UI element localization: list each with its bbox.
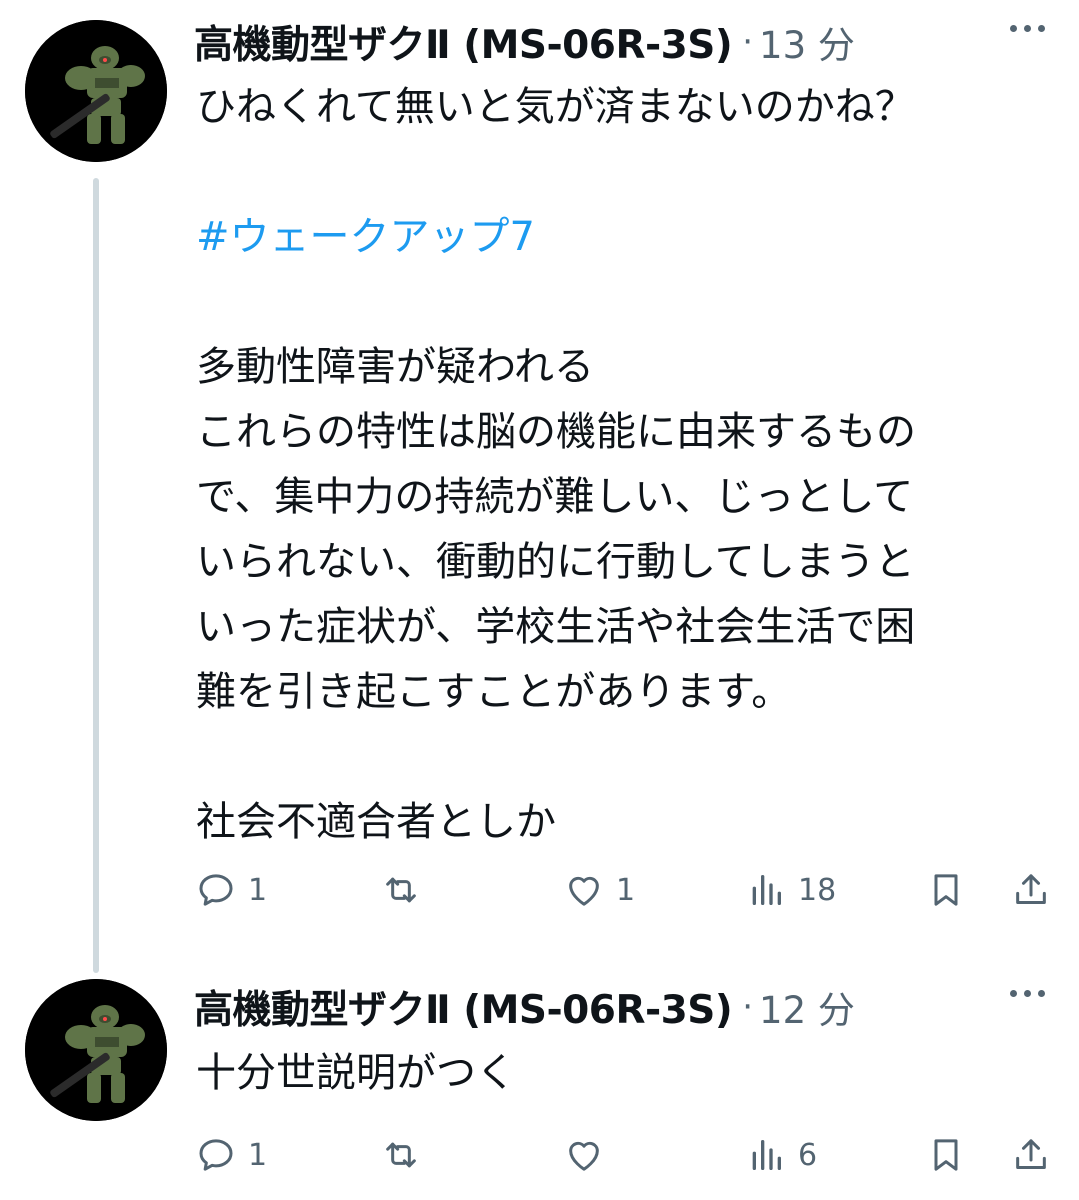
reply-button[interactable]: 1 bbox=[196, 1125, 267, 1185]
share-button[interactable] bbox=[1011, 860, 1051, 920]
more-dots-icon[interactable] bbox=[997, 8, 1057, 48]
retweet-button[interactable] bbox=[381, 860, 433, 920]
views-count: 6 bbox=[798, 1137, 818, 1173]
retweet-arrows-icon bbox=[386, 877, 416, 903]
display-name[interactable]: 高機動型ザクⅡ (MS-06R-3S) bbox=[194, 979, 733, 1035]
tweet-text: 十分世説明がつく bbox=[196, 1049, 1046, 1097]
separator-dot: · bbox=[742, 987, 754, 1027]
hashtag-link[interactable]: #ウェークアップ7 bbox=[196, 205, 1046, 270]
avatar[interactable] bbox=[25, 20, 167, 162]
bookmark-button[interactable] bbox=[926, 1125, 966, 1185]
like-button[interactable]: 1 bbox=[564, 860, 635, 920]
blank-line: ​ bbox=[196, 725, 1046, 790]
views-button[interactable]: 18 bbox=[746, 860, 836, 920]
text-line: いられない、衝動的に行動してしまうと bbox=[196, 539, 915, 585]
bar-chart-views-icon bbox=[752, 875, 781, 905]
blank-line: ​ bbox=[196, 270, 1046, 335]
heart-icon bbox=[569, 876, 599, 906]
share-upload-icon bbox=[1016, 874, 1046, 904]
retweet-arrows-icon bbox=[386, 1142, 416, 1168]
mech-avatar-image bbox=[25, 20, 167, 162]
separator-dot: · bbox=[742, 22, 754, 62]
timestamp[interactable]: 13 分 bbox=[759, 15, 855, 69]
tweet-header: 高機動型ザクⅡ (MS-06R-3S) · 13 分 bbox=[194, 12, 1054, 72]
heart-icon bbox=[569, 1141, 599, 1171]
tweet-header: 高機動型ザクⅡ (MS-06R-3S) · 12 分 bbox=[194, 977, 1054, 1037]
text-line: ひねくれて無いと気が済まないのかね？ bbox=[196, 84, 915, 130]
tweet-1[interactable]: 高機動型ザクⅡ (MS-06R-3S) · 13 分 ひねくれて無いと気が済まな… bbox=[0, 0, 1079, 973]
more-dots-icon[interactable] bbox=[997, 973, 1057, 1013]
reply-bubble-icon bbox=[199, 874, 233, 906]
text-line: で、集中力の持続が難しい、じっとして bbox=[196, 474, 914, 520]
blank-line: ​ bbox=[196, 140, 1046, 205]
tweet-text: ひねくれて無いと気が済まないのかね？​#ウェークアップ7​多動性障害が疑われるこ… bbox=[196, 75, 1046, 855]
action-bar: 1 6 bbox=[196, 1125, 1066, 1185]
views-button[interactable]: 6 bbox=[746, 1125, 817, 1185]
bookmark-icon bbox=[934, 874, 958, 906]
like-button[interactable] bbox=[564, 1125, 616, 1185]
reply-bubble-icon bbox=[199, 1139, 233, 1171]
text-line: いった症状が、学校生活や社会生活で困 bbox=[196, 604, 916, 650]
text-line: これらの特性は脳の機能に由来するもの bbox=[196, 409, 916, 455]
reply-count: 1 bbox=[248, 1137, 268, 1173]
text-line: 難を引き起こすことがあります。 bbox=[196, 669, 792, 715]
reply-count: 1 bbox=[248, 872, 268, 908]
text-line: 十分世説明がつく bbox=[196, 1050, 516, 1096]
views-count: 18 bbox=[798, 872, 837, 908]
share-upload-icon bbox=[1016, 1139, 1046, 1169]
retweet-button[interactable] bbox=[381, 1125, 433, 1185]
action-bar: 1 1 18 bbox=[196, 860, 1066, 920]
thread-line bbox=[93, 178, 99, 973]
timestamp[interactable]: 12 分 bbox=[759, 980, 855, 1034]
bookmark-button[interactable] bbox=[926, 860, 966, 920]
bar-chart-views-icon bbox=[752, 1140, 781, 1170]
like-count: 1 bbox=[616, 872, 636, 908]
tweet-2[interactable]: 高機動型ザクⅡ (MS-06R-3S) · 12 分 十分世説明がつく 1 6 bbox=[0, 965, 1079, 1200]
avatar[interactable] bbox=[25, 979, 167, 1121]
bookmark-icon bbox=[934, 1139, 958, 1171]
text-line: 社会不適合者としか bbox=[196, 799, 556, 845]
share-button[interactable] bbox=[1011, 1125, 1051, 1185]
text-line: 多動性障害が疑われる bbox=[196, 344, 594, 390]
mech-avatar-image bbox=[25, 979, 167, 1121]
display-name[interactable]: 高機動型ザクⅡ (MS-06R-3S) bbox=[194, 14, 733, 70]
reply-button[interactable]: 1 bbox=[196, 860, 267, 920]
